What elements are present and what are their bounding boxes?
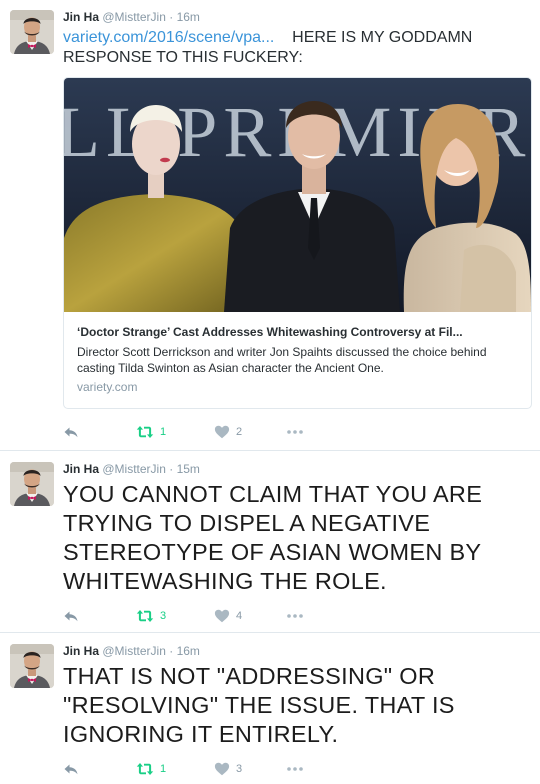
retweet-count: 3: [160, 610, 167, 622]
reply-icon: [63, 608, 79, 624]
card-description: Director Scott Derrickson and writer Jon…: [77, 345, 487, 375]
tweet-link[interactable]: variety.com/2016/scene/vpa...: [63, 29, 274, 46]
like-count: 2: [236, 426, 243, 438]
more-icon: [286, 429, 304, 435]
reply-icon: [63, 424, 79, 440]
retweet-button[interactable]: 1: [136, 761, 166, 777]
retweet-icon: [136, 425, 154, 439]
link-card[interactable]: LL PREMIER ‘Doctor Strange’ Cast Address…: [63, 77, 532, 409]
like-count: 4: [236, 610, 243, 622]
retweet-count: 1: [160, 426, 167, 438]
user-name[interactable]: Jin Ha: [63, 644, 99, 658]
retweet-icon: [136, 609, 154, 623]
timestamp[interactable]: · 15m: [169, 462, 200, 476]
card-domain[interactable]: variety.com: [77, 380, 137, 394]
like-count: 3: [236, 763, 243, 775]
like-button[interactable]: 3: [214, 761, 242, 777]
tweet-header: Jin Ha @MistterJin · 16m: [63, 644, 200, 658]
more-icon: [286, 613, 304, 619]
timestamp[interactable]: · 16m: [169, 644, 200, 658]
more-button[interactable]: [286, 429, 304, 435]
user-handle[interactable]: @MistterJin: [102, 644, 166, 658]
tweet-text: YOU CANNOT CLAIM THAT YOU ARE TRYING TO …: [63, 481, 483, 594]
more-icon: [286, 766, 304, 772]
heart-icon: [214, 424, 230, 440]
timestamp[interactable]: · 16m: [169, 10, 200, 24]
avatar[interactable]: [10, 462, 54, 506]
tweet-header: Jin Ha @MistterJin · 15m: [63, 462, 200, 476]
retweet-button[interactable]: 1: [136, 424, 166, 440]
tweet[interactable]: Jin Ha @MistterJin · 15m YOU CANNOT CLAI…: [0, 451, 540, 633]
avatar[interactable]: [10, 644, 54, 688]
tweet-header: Jin Ha @MistterJin · 16m: [63, 10, 200, 24]
card-title[interactable]: ‘Doctor Strange’ Cast Addresses Whitewas…: [77, 325, 517, 340]
retweet-count: 1: [160, 763, 167, 775]
retweet-button[interactable]: 3: [136, 608, 166, 624]
like-button[interactable]: 2: [214, 424, 242, 440]
like-button[interactable]: 4: [214, 608, 242, 624]
more-button[interactable]: [286, 613, 304, 619]
reply-button[interactable]: [63, 608, 79, 624]
more-button[interactable]: [286, 766, 304, 772]
reply-button[interactable]: [63, 761, 79, 777]
avatar[interactable]: [10, 10, 54, 54]
heart-icon: [214, 608, 230, 624]
card-photo: LL PREMIER: [64, 78, 531, 312]
user-handle[interactable]: @MistterJin: [102, 462, 166, 476]
retweet-icon: [136, 762, 154, 776]
tweet[interactable]: Jin Ha @MistterJin · 16m variety.com/201…: [0, 0, 540, 451]
tweet-text: variety.com/2016/scene/vpa... HERE IS MY…: [63, 28, 530, 68]
tweet[interactable]: Jin Ha @MistterJin · 16m THAT IS NOT "AD…: [0, 633, 540, 784]
heart-icon: [214, 761, 230, 777]
user-name[interactable]: Jin Ha: [63, 462, 99, 476]
reply-button[interactable]: [63, 424, 79, 440]
user-handle[interactable]: @MistterJin: [102, 10, 166, 24]
tweet-text: THAT IS NOT "ADDRESSING" OR "RESOLVING" …: [63, 663, 455, 747]
reply-icon: [63, 761, 79, 777]
user-name[interactable]: Jin Ha: [63, 10, 99, 24]
